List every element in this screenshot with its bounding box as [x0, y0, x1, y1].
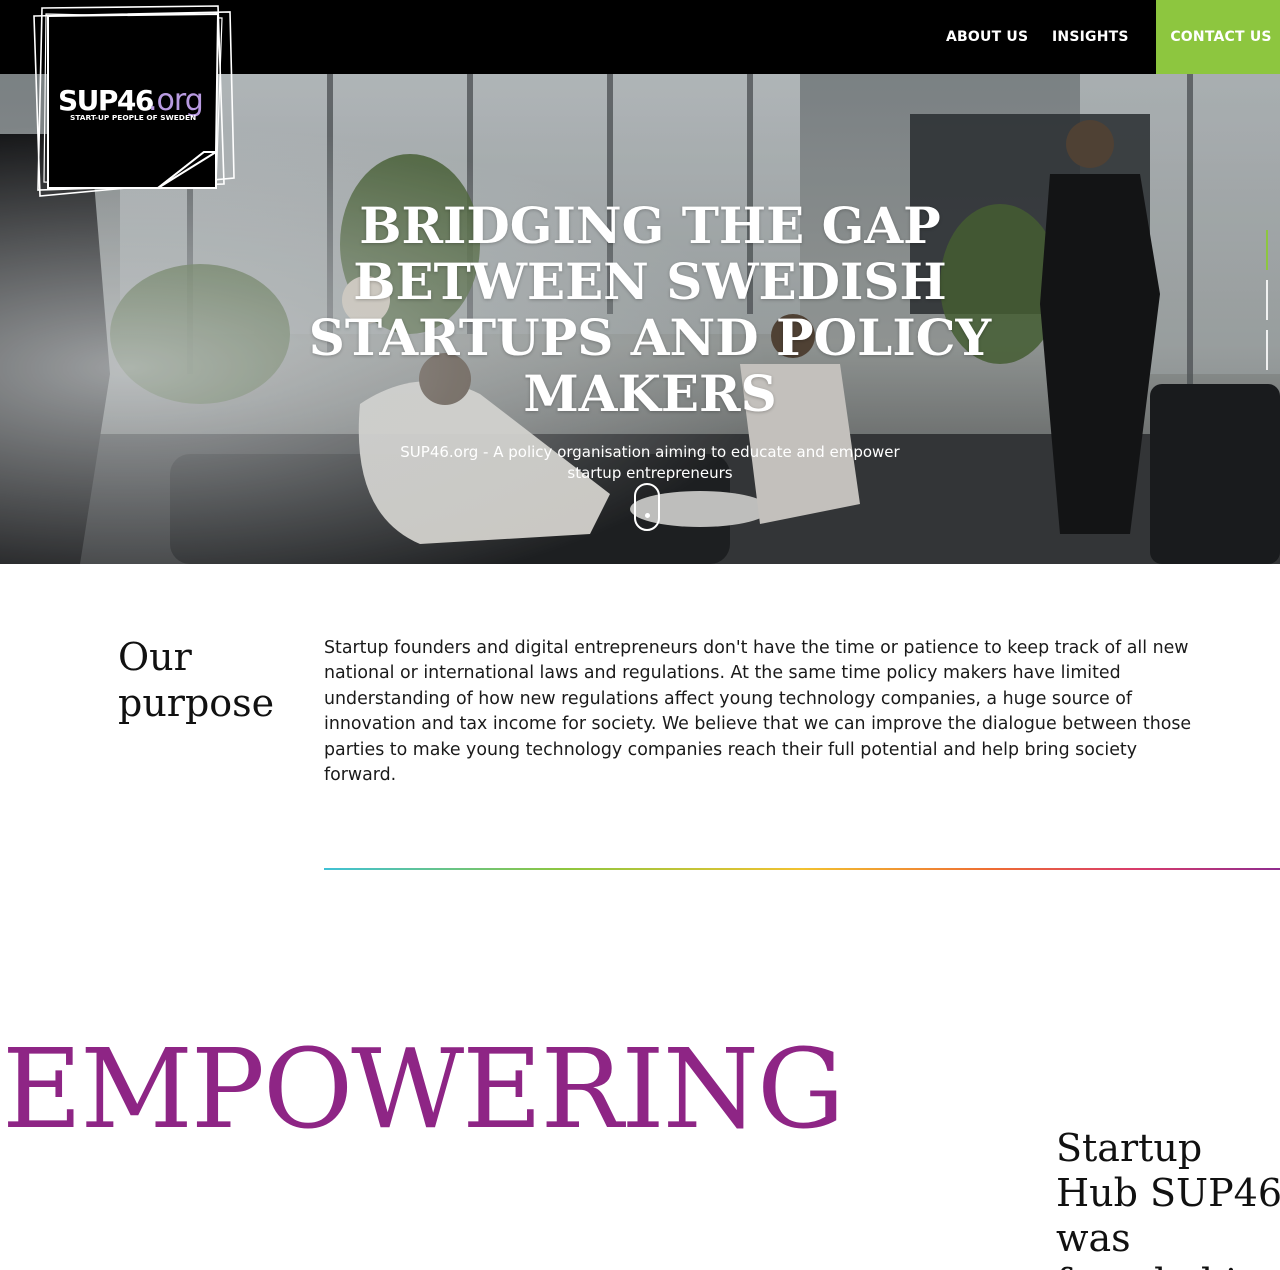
logo-tagline: START-UP PEOPLE OF SWEDEN: [70, 113, 196, 122]
rainbow-divider: [324, 868, 1280, 870]
hero-subtitle: SUP46.org - A policy organisation aiming…: [400, 443, 900, 482]
slider-dot-2[interactable]: [1266, 280, 1268, 320]
purpose-heading: Our purpose: [118, 635, 275, 725]
empowering-headline: EMPOWERING: [2, 1025, 845, 1153]
sup46-logo[interactable]: SUP46 .org START-UP PEOPLE OF SWEDEN: [30, 2, 238, 198]
startup-hub-intro-text: Startup Hub SUP46 was founded in: [1056, 1126, 1280, 1270]
nav-link-about-us[interactable]: ABOUT US: [946, 0, 1028, 74]
slider-dot-3[interactable]: [1266, 330, 1268, 370]
hero-title: BRIDGING THE GAP BETWEEN SWEDISH STARTUP…: [308, 196, 992, 423]
nav-link-insights[interactable]: INSIGHTS: [1052, 0, 1129, 74]
purpose-paragraph: Startup founders and digital entrepreneu…: [324, 638, 1192, 786]
nav-contact-us-button[interactable]: CONTACT US: [1156, 0, 1280, 74]
scroll-dot: [645, 513, 650, 518]
scroll-down-mouse-icon[interactable]: [634, 483, 660, 531]
sup46-logo-graphic: SUP46 .org START-UP PEOPLE OF SWEDEN: [33, 5, 235, 197]
slider-dot-1[interactable]: [1266, 230, 1268, 270]
